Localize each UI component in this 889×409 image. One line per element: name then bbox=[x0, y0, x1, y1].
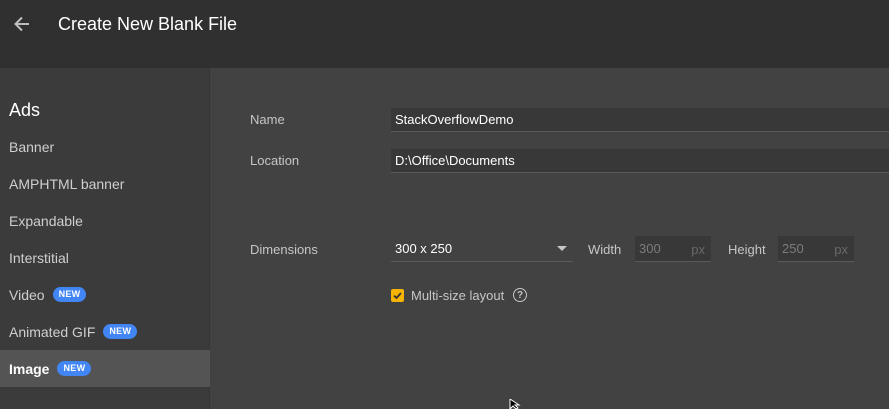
caret-down-icon bbox=[557, 246, 567, 251]
height-value: 250 bbox=[782, 241, 804, 256]
location-label: Location bbox=[250, 153, 300, 168]
sidebar-item-label: Image bbox=[9, 360, 50, 377]
location-field[interactable]: D:\Office\Documents bbox=[391, 149, 889, 173]
app-header: Create New Blank File bbox=[0, 0, 889, 68]
name-field[interactable]: StackOverflowDemo bbox=[391, 108, 889, 132]
sidebar-item-interstitial[interactable]: Interstitial bbox=[0, 239, 210, 276]
width-input[interactable]: 300 px bbox=[635, 236, 711, 262]
page-title: Create New Blank File bbox=[58, 14, 238, 34]
sidebar-item-label: Banner bbox=[9, 138, 55, 155]
height-input[interactable]: 250 px bbox=[778, 236, 854, 262]
multi-size-checkbox[interactable] bbox=[391, 289, 404, 302]
back-button[interactable] bbox=[8, 10, 36, 38]
mouse-cursor-icon bbox=[509, 399, 521, 409]
multi-size-label: Multi-size layout bbox=[411, 288, 505, 303]
dimensions-select[interactable]: 300 x 250 bbox=[391, 236, 573, 262]
sidebar-item-video[interactable]: Video NEW bbox=[0, 276, 210, 313]
help-icon[interactable]: ? bbox=[513, 288, 527, 302]
width-unit: px bbox=[691, 242, 705, 257]
file-settings-form: Name StackOverflowDemo Location D:\Offic… bbox=[211, 68, 889, 409]
sidebar: Ads Banner AMPHTML banner Expandable Int… bbox=[0, 68, 210, 409]
new-badge: NEW bbox=[52, 287, 87, 302]
check-icon bbox=[393, 292, 402, 300]
sidebar-item-label: AMPHTML banner bbox=[9, 175, 125, 192]
sidebar-item-animated-gif[interactable]: Animated GIF NEW bbox=[0, 313, 210, 350]
new-badge: NEW bbox=[57, 361, 92, 376]
height-unit: px bbox=[834, 242, 848, 257]
height-label: Height bbox=[728, 242, 766, 257]
sidebar-item-image[interactable]: Image NEW bbox=[0, 350, 210, 387]
sidebar-item-label: Interstitial bbox=[9, 249, 69, 266]
arrow-left-icon bbox=[14, 16, 29, 32]
new-badge: NEW bbox=[103, 324, 138, 339]
sidebar-item-expandable[interactable]: Expandable bbox=[0, 202, 210, 239]
sidebar-item-banner[interactable]: Banner bbox=[0, 128, 210, 165]
sidebar-item-label: Expandable bbox=[9, 212, 83, 229]
sidebar-item-label: Animated GIF bbox=[9, 323, 96, 340]
name-label: Name bbox=[250, 112, 285, 127]
sidebar-item-label: Video bbox=[9, 286, 45, 303]
sidebar-item-amphtml-banner[interactable]: AMPHTML banner bbox=[0, 165, 210, 202]
sidebar-heading: Ads bbox=[9, 100, 41, 120]
dimensions-value: 300 x 250 bbox=[395, 241, 453, 256]
width-label: Width bbox=[588, 242, 622, 257]
width-value: 300 bbox=[639, 241, 661, 256]
dimensions-label: Dimensions bbox=[250, 242, 318, 257]
